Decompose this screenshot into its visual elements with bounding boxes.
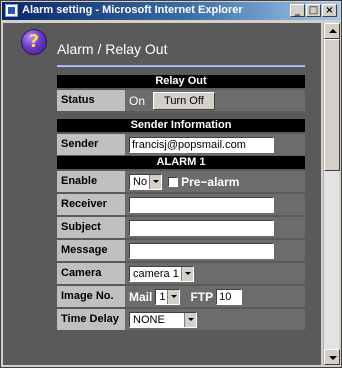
camera-selected: camera 1 bbox=[133, 267, 179, 280]
sender-info-header: Sender Information bbox=[57, 119, 305, 132]
time-delay-selected: NONE bbox=[133, 313, 165, 326]
client-area: ? Alarm / Relay Out Relay Out Status On … bbox=[3, 23, 340, 365]
image-no-row: Image No. Mail 1 FTP bbox=[57, 286, 305, 307]
chevron-down-icon[interactable] bbox=[167, 289, 180, 304]
ie-icon bbox=[5, 4, 18, 17]
mail-count-selected: 1 bbox=[159, 290, 166, 303]
receiver-input[interactable] bbox=[129, 196, 274, 213]
alarm-form: Relay Out Status On Turn Off Sender Info… bbox=[57, 75, 305, 330]
enable-value-cell: No Pre−alarm bbox=[125, 171, 305, 192]
minimize-button[interactable]: _ bbox=[290, 4, 305, 17]
message-input[interactable] bbox=[129, 242, 274, 259]
enable-select[interactable]: No bbox=[129, 173, 163, 190]
image-no-label: Image No. bbox=[57, 286, 125, 307]
ftp-count-input[interactable] bbox=[216, 288, 243, 305]
time-delay-select[interactable]: NONE bbox=[129, 311, 197, 328]
subject-row: Subject bbox=[57, 217, 305, 238]
chevron-down-icon[interactable] bbox=[180, 266, 193, 281]
title-bar: Alarm setting - Microsoft Internet Explo… bbox=[2, 2, 340, 20]
window-title: Alarm setting - Microsoft Internet Explo… bbox=[22, 4, 243, 16]
camera-label: Camera bbox=[57, 263, 125, 284]
chevron-down-icon[interactable] bbox=[184, 312, 196, 327]
subject-label: Subject bbox=[57, 217, 125, 238]
sender-label: Sender bbox=[57, 134, 125, 155]
question-mark-icon: ? bbox=[28, 31, 40, 52]
enable-row: Enable No Pre−alarm bbox=[57, 171, 305, 192]
message-value-cell bbox=[125, 240, 305, 261]
window-controls: _ □ × bbox=[290, 4, 337, 18]
subject-value-cell bbox=[125, 217, 305, 238]
relay-out-header: Relay Out bbox=[57, 75, 305, 88]
image-no-value-cell: Mail 1 FTP bbox=[125, 286, 305, 307]
status-value-cell: On Turn Off bbox=[125, 90, 305, 111]
page-title: Alarm / Relay Out bbox=[57, 41, 168, 57]
receiver-value-cell bbox=[125, 194, 305, 215]
turn-off-button[interactable]: Turn Off bbox=[153, 91, 215, 110]
scroll-up-icon[interactable] bbox=[324, 23, 340, 39]
time-delay-label: Time Delay bbox=[57, 309, 125, 330]
receiver-label: Receiver bbox=[57, 194, 125, 215]
status-value: On bbox=[129, 93, 146, 108]
camera-select[interactable]: camera 1 bbox=[129, 265, 194, 282]
alarm-header: ALARM 1 bbox=[57, 156, 305, 169]
mail-count-select[interactable]: 1 bbox=[155, 288, 181, 305]
camera-row: Camera camera 1 bbox=[57, 263, 305, 284]
scroll-thumb[interactable] bbox=[324, 39, 340, 171]
sender-row: Sender bbox=[57, 134, 305, 155]
vertical-scrollbar[interactable] bbox=[323, 23, 340, 365]
maximize-button[interactable]: □ bbox=[306, 4, 321, 17]
status-row: Status On Turn Off bbox=[57, 90, 305, 111]
time-delay-value-cell: NONE bbox=[125, 309, 305, 330]
status-label: Status bbox=[57, 90, 125, 111]
time-delay-row: Time Delay NONE bbox=[57, 309, 305, 330]
message-row: Message bbox=[57, 240, 305, 261]
enable-selected: No bbox=[133, 175, 148, 188]
message-label: Message bbox=[57, 240, 125, 261]
ftp-label: FTP bbox=[190, 289, 214, 304]
enable-label: Enable bbox=[57, 171, 125, 192]
sender-input[interactable] bbox=[129, 136, 274, 153]
scroll-down-icon[interactable] bbox=[324, 349, 340, 365]
help-icon: ? bbox=[21, 29, 47, 55]
subject-input[interactable] bbox=[129, 219, 274, 236]
browser-window: Alarm setting - Microsoft Internet Explo… bbox=[0, 0, 342, 368]
mail-label: Mail bbox=[129, 289, 153, 304]
title-divider bbox=[57, 65, 305, 67]
close-button[interactable]: × bbox=[322, 4, 337, 17]
pre-alarm-checkbox[interactable] bbox=[168, 176, 179, 187]
page-content: ? Alarm / Relay Out Relay Out Status On … bbox=[3, 23, 321, 365]
pre-alarm-label: Pre−alarm bbox=[181, 174, 240, 189]
chevron-down-icon[interactable] bbox=[149, 174, 162, 189]
camera-value-cell: camera 1 bbox=[125, 263, 305, 284]
receiver-row: Receiver bbox=[57, 194, 305, 215]
sender-value-cell bbox=[125, 134, 305, 155]
